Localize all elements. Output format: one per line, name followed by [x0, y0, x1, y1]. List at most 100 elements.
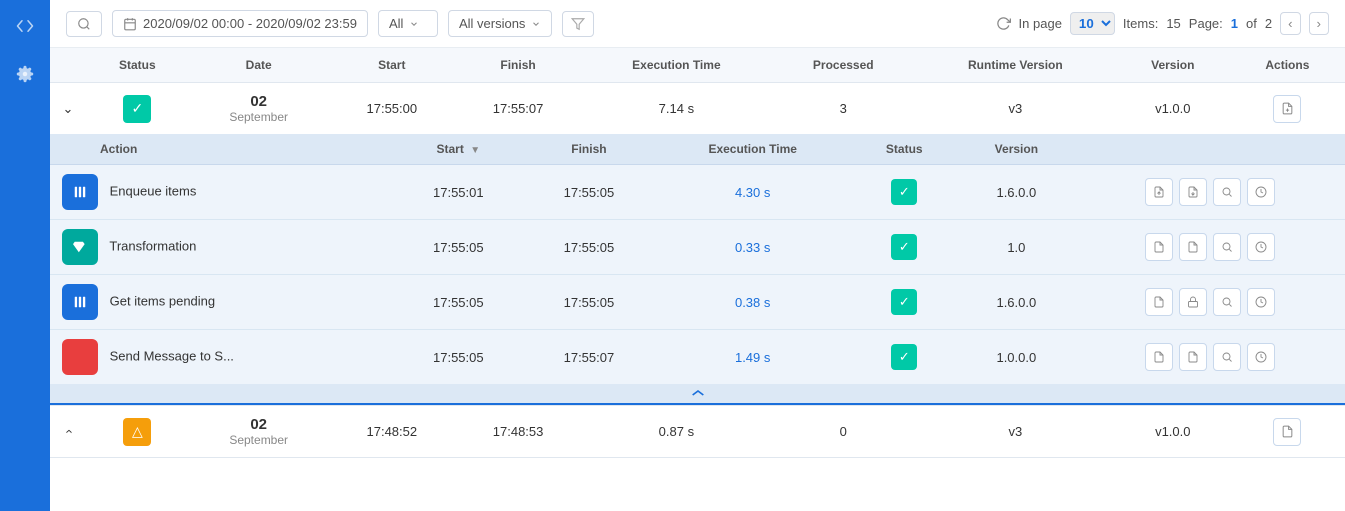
sub-file-out-btn4[interactable] [1179, 343, 1207, 371]
filter-clear-button[interactable] [562, 11, 594, 37]
sub-start-cell: 17:55:05 [393, 220, 524, 275]
table-row: › △ 02 September 17:48:52 17:48:53 0.87 … [50, 406, 1345, 458]
status-col-header: Status [86, 48, 189, 83]
date-month2: September [201, 433, 317, 447]
search-icon [77, 17, 91, 31]
sub-action-cell: September Transformation [50, 220, 393, 275]
date-range-text: 2020/09/02 00:00 - 2020/09/02 23:59 [143, 16, 357, 31]
actions-cell [1230, 83, 1345, 135]
sub-file-in-btn[interactable] [1145, 178, 1173, 206]
code-icon[interactable] [11, 12, 39, 40]
exec-time-cell2: 0.87 s [581, 406, 771, 458]
sub-file-out-btn[interactable] [1179, 178, 1207, 206]
sub-version-cell: 1.0 [957, 220, 1075, 275]
processed-col-header: Processed [772, 48, 915, 83]
date-range-button[interactable]: 2020/09/02 00:00 - 2020/09/02 23:59 [112, 10, 368, 37]
sub-file-in-btn3[interactable] [1145, 288, 1173, 316]
current-page: 1 [1231, 16, 1238, 31]
date-number: 02 [201, 93, 317, 110]
sub-start-cell: 17:55:05 [393, 330, 524, 385]
sub-gauge-btn[interactable] [1247, 178, 1275, 206]
sub-finish-header: Finish [524, 134, 655, 165]
sub-file-in-btn4[interactable] [1145, 343, 1173, 371]
sub-start-cell: 17:55:05 [393, 275, 524, 330]
status-cell: ✓ [86, 83, 189, 135]
sub-version-cell: 1.0.0.0 [957, 330, 1075, 385]
sub-version-cell: 1.6.0.0 [957, 165, 1075, 220]
sub-status-cell: ✓ [851, 220, 957, 275]
view-action-button[interactable] [1273, 95, 1301, 123]
items-count: 15 [1166, 16, 1180, 31]
sub-gauge-btn3[interactable] [1247, 288, 1275, 316]
chevron-down-icon: ⌄ [63, 101, 74, 117]
sub-gauge-btn4[interactable] [1247, 343, 1275, 371]
filter-versions-button[interactable]: All versions [448, 10, 552, 37]
enqueue-items-label: Enqueue items [110, 183, 197, 198]
in-page-select[interactable]: 10 20 50 [1070, 12, 1115, 35]
status-warning-badge: △ [123, 418, 151, 446]
items-label: Items: [1123, 16, 1158, 31]
table-wrap: Status Date Start Finish Execution Time … [50, 48, 1345, 511]
send-message-label: Send Message to S... [110, 348, 234, 363]
calendar-icon [123, 17, 137, 31]
sub-start-header: Start ▼ [393, 134, 524, 165]
enqueue-items-icon [62, 174, 98, 210]
collapse-icon [690, 388, 706, 398]
sub-file-in-btn2[interactable] [1145, 233, 1173, 261]
sub-search-btn[interactable] [1213, 178, 1241, 206]
sub-status-cell: ✓ [851, 330, 957, 385]
settings-icon[interactable] [11, 60, 39, 88]
toolbar: 2020/09/02 00:00 - 2020/09/02 23:59 All … [50, 0, 1345, 48]
sub-file-lock-btn3[interactable] [1179, 288, 1207, 316]
sub-exec-time-cell: 0.38 s [654, 275, 851, 330]
sub-finish-cell: 17:55:05 [524, 165, 655, 220]
finish-col-header: Finish [455, 48, 581, 83]
version-cell2: v1.0.0 [1116, 406, 1230, 458]
sub-file-out-btn2[interactable] [1179, 233, 1207, 261]
filter-all-button[interactable]: All [378, 10, 438, 37]
sub-actions-header [1075, 134, 1345, 165]
file-search-icon [1281, 102, 1294, 115]
date-month: September [201, 110, 317, 124]
sub-exec-time-cell: 1.49 s [654, 330, 851, 385]
sub-status-success3: ✓ [891, 289, 917, 315]
sub-search-btn2[interactable] [1213, 233, 1241, 261]
exec-time-col-header: Execution Time [581, 48, 771, 83]
filter-versions-label: All versions [459, 16, 525, 31]
total-pages: 2 [1265, 16, 1272, 31]
sidebar [0, 0, 50, 511]
runtime-version-cell2: v3 [915, 406, 1116, 458]
search-button[interactable] [66, 11, 102, 37]
runtime-version-cell: v3 [915, 83, 1116, 135]
sub-version-cell: 1.6.0.0 [957, 275, 1075, 330]
sub-status-cell: ✓ [851, 275, 957, 330]
view-action-button2[interactable] [1273, 418, 1301, 446]
collapse-handle[interactable] [50, 384, 1345, 403]
list-item: Send Message to S... 17:55:05 17:55:07 1… [50, 330, 1345, 385]
gauge-icon [1255, 186, 1267, 198]
next-page-button[interactable]: › [1309, 12, 1329, 35]
sub-status-cell: ✓ [851, 165, 957, 220]
sub-search-btn4[interactable] [1213, 343, 1241, 371]
filter-all-label: All [389, 16, 403, 31]
send-message-icon [62, 339, 98, 375]
expand-cell[interactable]: ⌄ [50, 83, 86, 135]
version-cell: v1.0.0 [1116, 83, 1230, 135]
sub-action-cell: Enqueue items [50, 165, 393, 220]
start-col-header: Start [329, 48, 455, 83]
sub-action-header: Action [50, 134, 393, 165]
sub-search-btn3[interactable] [1213, 288, 1241, 316]
date-cell2: 02 September [189, 406, 329, 458]
sub-finish-cell: 17:55:05 [524, 275, 655, 330]
sub-gauge-btn2[interactable] [1247, 233, 1275, 261]
sub-exec-time-cell: 0.33 s [654, 220, 851, 275]
prev-page-button[interactable]: ‹ [1280, 12, 1300, 35]
file-out-icon [1187, 186, 1199, 198]
sub-status-success4: ✓ [891, 344, 917, 370]
start-cell: 17:55:00 [329, 83, 455, 135]
in-page-label: In page [1019, 16, 1062, 31]
main-content: 2020/09/02 00:00 - 2020/09/02 23:59 All … [50, 0, 1345, 511]
refresh-button[interactable] [996, 16, 1011, 31]
search-file-icon [1221, 186, 1233, 198]
expand-cell2[interactable]: › [50, 406, 86, 458]
